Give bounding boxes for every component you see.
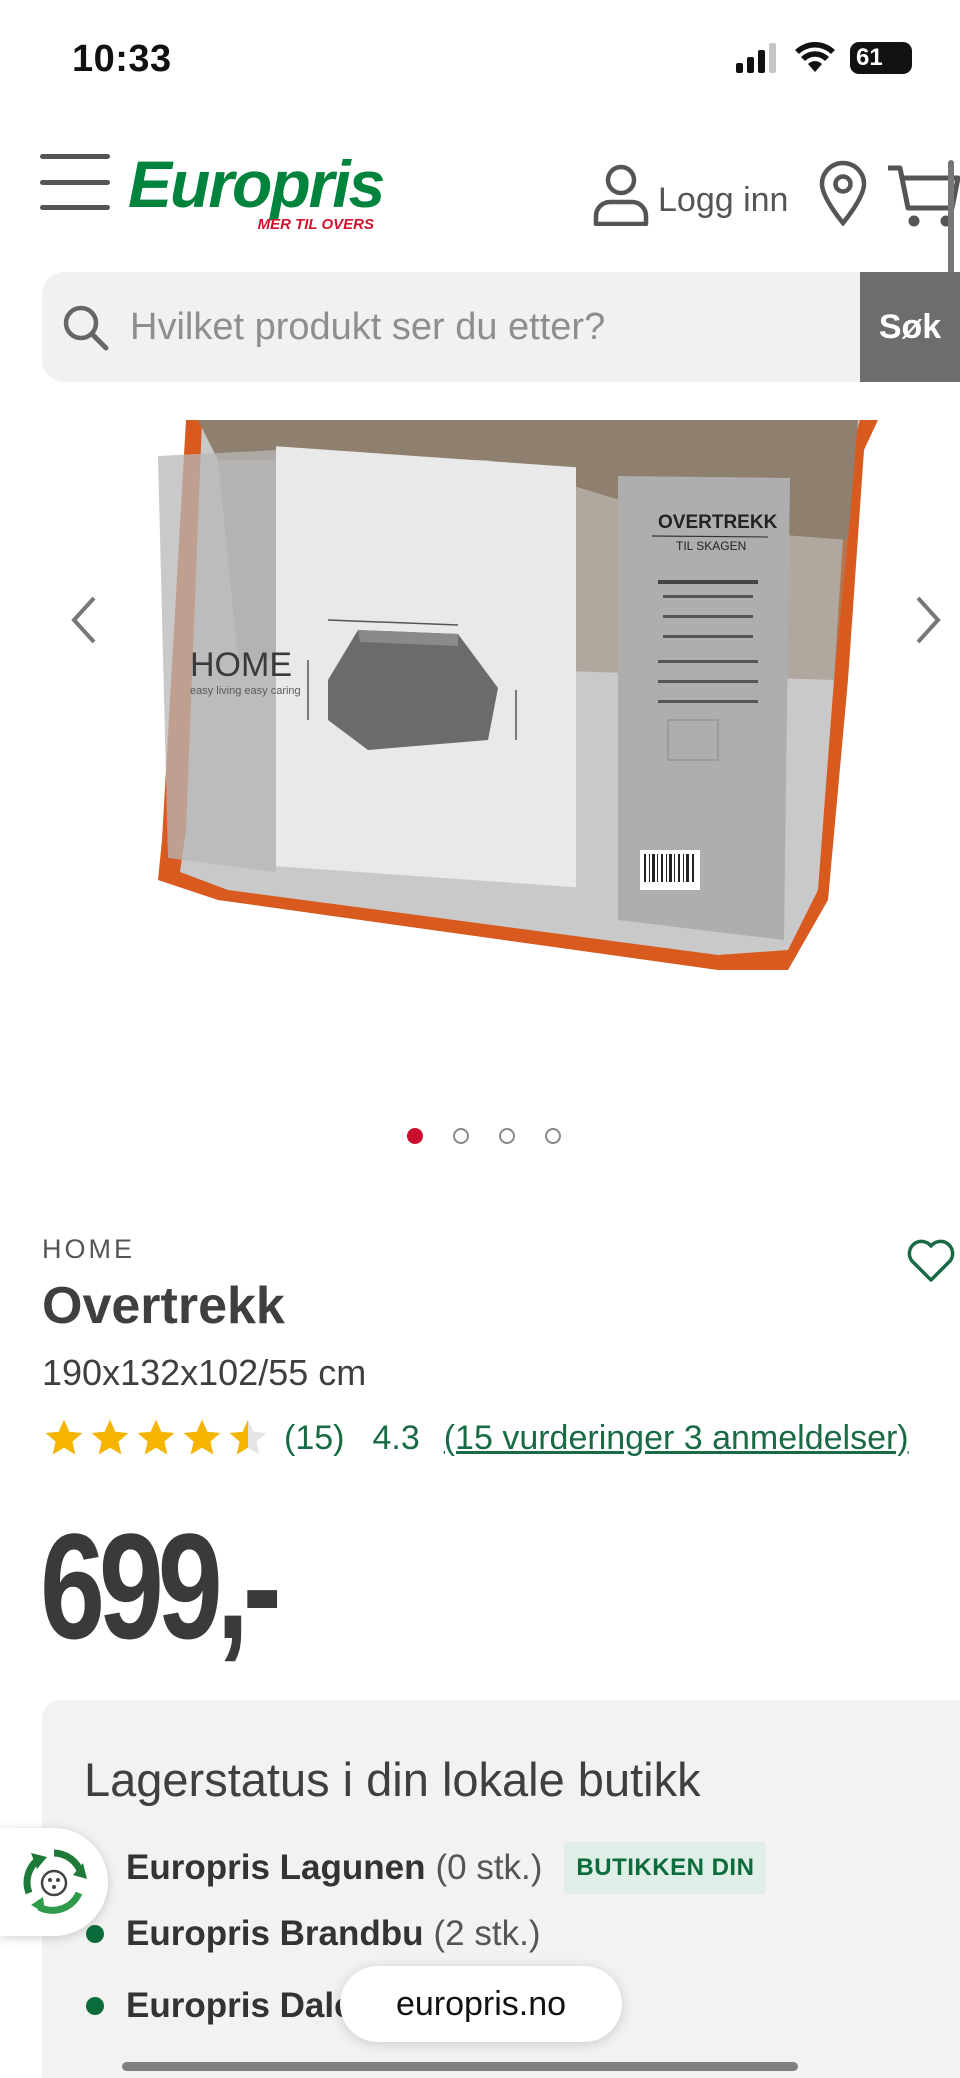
product-brand[interactable]: HOME [42,1234,135,1265]
gallery-pagination [0,1128,960,1144]
home-indicator[interactable] [122,2062,798,2071]
chevron-left-icon[interactable] [60,580,110,660]
star-icon [91,1419,129,1455]
product-price: 699,- [40,1502,282,1670]
star-icon [183,1419,221,1455]
stock-indicator-dot [86,1997,104,2015]
user-icon [593,164,649,226]
recycle-badge[interactable] [0,1828,108,1936]
stock-status-title: Lagerstatus i din lokale butikk [84,1753,701,1806]
search-bar: Søk [42,272,960,382]
site-header: Europris MER TIL OVERS Logg inn [0,140,960,260]
heart-icon[interactable] [906,1238,956,1284]
login-label: Logg inn [658,180,789,219]
europris-logo[interactable]: Europris MER TIL OVERS [128,146,388,233]
half-star-icon [229,1419,267,1455]
product-gallery: HOME easy living easy caring OVERTREKK T… [0,420,960,980]
search-button[interactable]: Søk [860,272,960,382]
chevron-right-icon[interactable] [902,580,952,660]
gallery-dot-4[interactable] [545,1128,561,1144]
battery-level: 61 [856,44,883,71]
rating-stars [42,1416,270,1460]
star-icon [137,1419,175,1455]
your-store-badge: BUTIKKEN DIN [564,1842,767,1894]
status-icons: 61 [736,42,920,74]
gallery-dot-3[interactable] [499,1128,515,1144]
product-title: Overtrekk [42,1277,285,1335]
product-image[interactable]: HOME easy living easy caring OVERTREKK T… [158,420,878,980]
login-button[interactable]: Logg inn [592,162,788,226]
rating-score: 4.3 [372,1418,420,1457]
gallery-dot-2[interactable] [453,1128,469,1144]
menu-icon[interactable] [40,154,110,210]
browser-url-bar[interactable]: europris.no [340,1966,622,2042]
store-name: Europris Brandbu [126,1914,424,1953]
search-input[interactable] [130,272,890,382]
stock-indicator-dot [86,1925,104,1943]
cellular-signal-icon [736,43,776,73]
recycle-icon [23,1849,87,1914]
gallery-dot-1[interactable] [407,1128,423,1144]
product-dimensions: 190x132x102/55 cm [42,1352,367,1393]
rating-count: (15) [284,1418,345,1457]
package-brand: HOME [190,646,292,684]
store-row[interactable]: Europris Brandbu (2 stk.) [86,1914,540,1954]
store-quantity: (0 stk.) [435,1848,543,1887]
search-icon [63,305,109,351]
store-row[interactable]: Europris Lagunen (0 stk.) BUTIKKEN DIN [86,1842,767,1894]
package-title: OVERTREKK [658,512,778,533]
logo-text: Europris [128,147,385,221]
store-quantity: (2 stk.) [433,1914,541,1953]
package-subtitle: TIL SKAGEN [676,539,746,553]
package-brand-tagline: easy living easy caring [190,685,301,697]
reviews-link[interactable]: (15 vurderinger 3 anmeldelser) [444,1419,909,1458]
store-locator-icon[interactable] [818,160,868,226]
product-rating: (15) 4.3 (15 vurderinger 3 anmeldelser) [42,1416,960,1460]
store-row[interactable]: Europris Dale [86,1986,364,2026]
star-icon [45,1419,83,1455]
store-name: Europris Dale [126,1986,354,2025]
store-name: Europris Lagunen [126,1848,426,1887]
logo-tagline: MER TIL OVERS [257,216,374,233]
wifi-icon [795,42,835,72]
status-time: 10:33 [72,38,172,80]
status-bar: 10:33 61 [0,0,960,110]
battery-indicator: 61 [850,42,920,74]
